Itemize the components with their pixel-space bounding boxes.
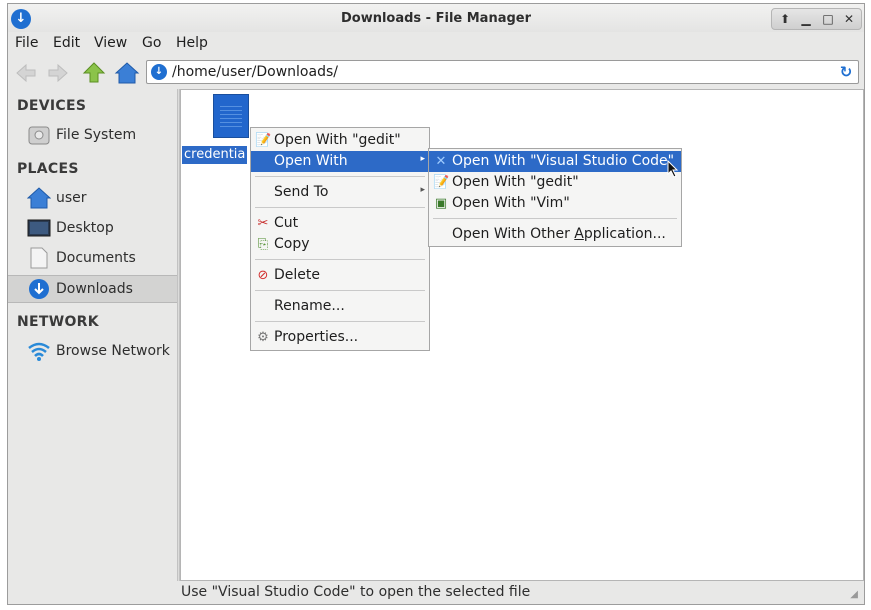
- menu-help[interactable]: Help: [176, 35, 208, 51]
- menu-separator: [255, 321, 425, 322]
- menu-open-with-other[interactable]: Open With Other Application...: [429, 224, 681, 245]
- window-title: Downloads - File Manager: [340, 11, 532, 26]
- maximize-button[interactable]: □: [818, 11, 838, 27]
- close-button[interactable]: ✕: [839, 11, 859, 27]
- menu-delete[interactable]: ⊘ Delete: [251, 265, 429, 286]
- submenu-arrow-icon: ▸: [420, 154, 425, 164]
- menu-open-with-vscode[interactable]: ✕ Open With "Visual Studio Code": [429, 151, 681, 172]
- sidebar-item-documents[interactable]: Documents: [8, 245, 177, 273]
- menu-separator: [433, 218, 677, 219]
- minimize-button[interactable]: ▁: [796, 11, 816, 27]
- menu-open-with-gedit[interactable]: 📝 Open With "gedit": [429, 172, 681, 193]
- resize-grip-icon[interactable]: ◢: [850, 589, 858, 600]
- menu-open-with[interactable]: Open With ▸: [251, 151, 429, 172]
- location-input[interactable]: /home/user/Downloads/: [172, 64, 338, 80]
- back-arrow-icon[interactable]: [13, 60, 39, 86]
- menu-rename[interactable]: Rename...: [251, 296, 429, 317]
- sidebar-item-downloads[interactable]: Downloads: [8, 275, 177, 303]
- home-icon[interactable]: [114, 60, 140, 86]
- sidebar-item-label: Desktop: [56, 220, 114, 236]
- parent-folder-up-icon[interactable]: [81, 60, 107, 86]
- menu-separator: [255, 259, 425, 260]
- vim-icon: ▣: [434, 196, 448, 211]
- location-bar[interactable]: ↓ /home/user/Downloads/ ↻: [146, 60, 859, 84]
- gear-icon: ⚙: [257, 330, 269, 345]
- context-menu: 📝 Open With "gedit" Open With ▸ Send To …: [250, 127, 430, 351]
- sidebar-item-browse-network[interactable]: Browse Network: [8, 338, 177, 366]
- mouse-cursor-icon: [667, 159, 679, 178]
- document-folder-icon: [27, 247, 51, 269]
- sidebar-item-desktop[interactable]: Desktop: [8, 215, 177, 243]
- file-name-label[interactable]: credentia: [182, 146, 248, 164]
- menu-send-to[interactable]: Send To ▸: [251, 182, 429, 203]
- sidebar: DEVICES File System PLACES user Desktop …: [8, 89, 177, 581]
- menu-edit[interactable]: Edit: [53, 35, 80, 51]
- gedit-icon: 📝: [255, 133, 272, 148]
- forward-arrow-icon[interactable]: [45, 60, 71, 86]
- menu-copy[interactable]: ⎘ Copy: [251, 234, 429, 255]
- desktop-icon: [27, 217, 51, 239]
- menu-separator: [255, 207, 425, 208]
- menu-properties[interactable]: ⚙ Properties...: [251, 327, 429, 348]
- sidebar-item-label: Documents: [56, 250, 136, 266]
- delete-icon: ⊘: [257, 268, 269, 283]
- devices-heading: DEVICES: [17, 98, 87, 114]
- wifi-icon: [27, 340, 51, 362]
- scissors-icon: ✂: [257, 216, 269, 231]
- sidebar-item-label: Downloads: [56, 281, 133, 297]
- sidebar-item-file-system[interactable]: File System: [8, 122, 177, 150]
- menu-go[interactable]: Go: [142, 35, 161, 51]
- sidebar-item-label: user: [56, 190, 87, 206]
- download-icon: [27, 278, 51, 300]
- status-text: Use "Visual Studio Code" to open the sel…: [181, 584, 531, 600]
- status-bar: Use "Visual Studio Code" to open the sel…: [8, 581, 864, 604]
- menu-file[interactable]: File: [15, 35, 38, 51]
- drive-icon: [27, 124, 51, 146]
- menu-bar: File Edit View Go Help: [8, 32, 864, 56]
- home-icon: [26, 187, 52, 209]
- download-folder-icon: ↓: [151, 64, 167, 80]
- open-with-submenu: ✕ Open With "Visual Studio Code" 📝 Open …: [428, 148, 682, 247]
- menu-open-with-vim[interactable]: ▣ Open With "Vim": [429, 193, 681, 214]
- copy-icon: ⎘: [257, 237, 269, 252]
- menu-separator: [255, 290, 425, 291]
- gedit-icon: 📝: [433, 175, 450, 190]
- file-manager-window: ↓ Downloads - File Manager ⬆ ▁ □ ✕ File …: [7, 3, 865, 605]
- raise-window-icon[interactable]: ⬆: [775, 11, 795, 27]
- network-heading: NETWORK: [17, 314, 99, 330]
- title-bar[interactable]: ↓ Downloads - File Manager ⬆ ▁ □ ✕: [8, 4, 864, 32]
- menu-cut[interactable]: ✂ Cut: [251, 213, 429, 234]
- reload-icon[interactable]: ↻: [838, 64, 854, 80]
- toolbar: ↓ /home/user/Downloads/ ↻: [8, 56, 864, 88]
- sidebar-item-label: Browse Network: [56, 343, 170, 359]
- menu-open-with-gedit[interactable]: 📝 Open With "gedit": [251, 130, 429, 151]
- text-file-icon[interactable]: [213, 94, 249, 138]
- sidebar-item-user[interactable]: user: [8, 185, 177, 213]
- menu-separator: [255, 176, 425, 177]
- vscode-icon: ✕: [435, 154, 447, 169]
- menu-view[interactable]: View: [94, 35, 127, 51]
- sidebar-item-label: File System: [56, 127, 137, 143]
- submenu-arrow-icon: ▸: [420, 185, 425, 195]
- window-controls: ⬆ ▁ □ ✕: [771, 8, 862, 30]
- places-heading: PLACES: [17, 161, 79, 177]
